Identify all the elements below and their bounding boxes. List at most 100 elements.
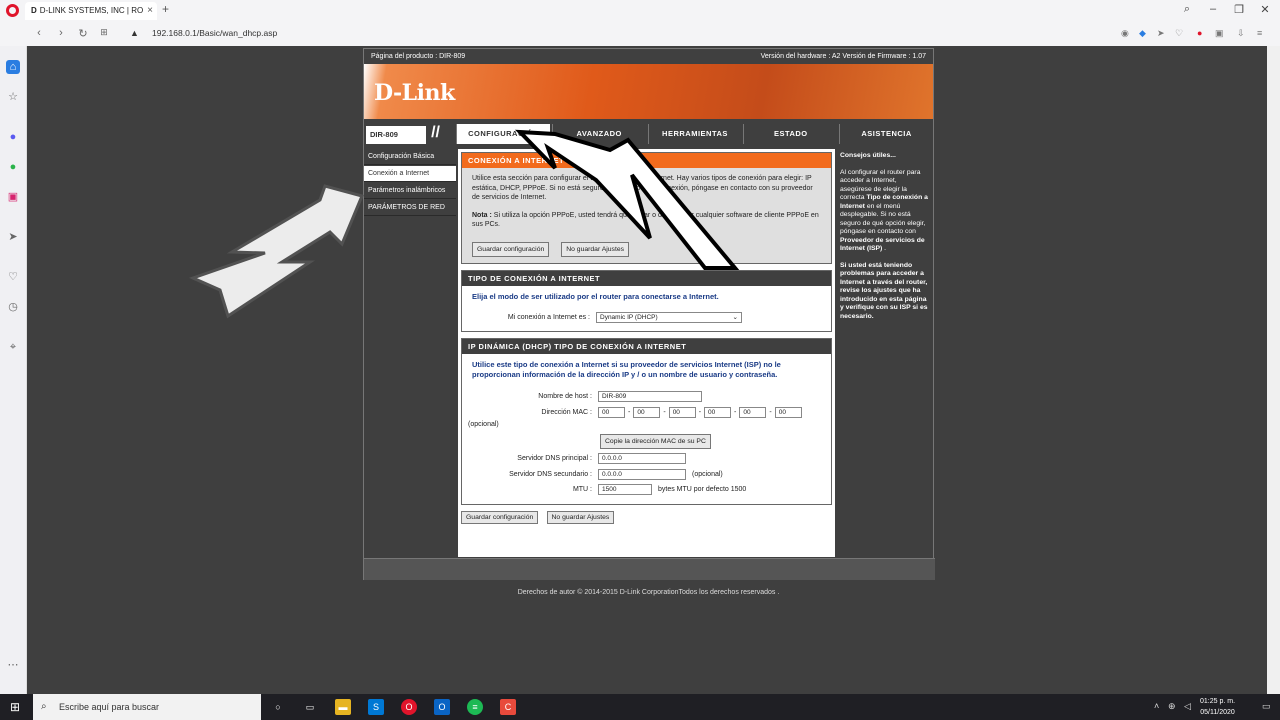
home-icon[interactable]: ⌂ — [6, 60, 20, 74]
clock-date: 05/11/2020 — [1200, 709, 1235, 716]
nosave-button-top[interactable]: No guardar Ajustes — [561, 241, 630, 257]
opera-taskbar-icon[interactable]: O — [401, 699, 417, 715]
clock[interactable]: 01:25 p. m. 05/11/2020 — [1200, 696, 1235, 718]
nav-conexion-internet[interactable]: Conexión a Internet — [364, 166, 456, 182]
main-content: CONEXIÓN A INTERNET Utilice esta sección… — [458, 149, 835, 557]
mac-input-6[interactable]: 00 — [774, 406, 802, 418]
tray-chevron-icon[interactable]: ˄ — [1154, 701, 1159, 711]
minimize-icon[interactable]: – — [1203, 3, 1223, 15]
nav-config-basica[interactable]: Configuración Básica — [364, 149, 456, 165]
clock-time: 01:25 p. m. — [1200, 698, 1236, 705]
mtu-input[interactable]: 1500 — [598, 484, 652, 496]
send-icon[interactable]: ➤ — [1157, 28, 1165, 39]
save-button-bottom[interactable]: Guardar configuración — [461, 510, 539, 524]
mac-input-3[interactable]: 00 — [668, 406, 696, 418]
clone-mac-button[interactable]: Copie la dirección MAC de su PC — [600, 433, 711, 449]
messenger-icon[interactable]: ● — [6, 130, 20, 144]
history-icon[interactable]: ◷ — [6, 300, 20, 314]
host-input[interactable]: DIR-809 — [598, 391, 702, 403]
speed-dial-icon[interactable]: ⊞ — [97, 27, 111, 38]
save-button-top[interactable]: Guardar configuración — [472, 241, 550, 257]
scrollbar[interactable] — [1267, 46, 1280, 694]
type-box-body: Elija el modo de ser utilizado por el ro… — [462, 286, 831, 331]
browser-chrome: D D-LINK SYSTEMS, INC | RO × + ⌕ – ❐ ✕ ‹ … — [0, 0, 1280, 46]
volume-icon[interactable]: ◁ — [1184, 701, 1191, 712]
router-footer-bar — [364, 558, 935, 580]
tab-title: D-LINK SYSTEMS, INC | RO — [39, 6, 144, 15]
mac-input-2[interactable]: 00 — [633, 406, 661, 418]
camera-icon[interactable]: ◉ — [1121, 28, 1129, 39]
spotify-icon[interactable]: ≡ — [467, 699, 483, 715]
taskbar-search[interactable]: ⌕ Escribe aquí para buscar — [33, 694, 261, 720]
tab-configuracion[interactable]: CONFIGURACIÓN — [456, 124, 550, 144]
download-icon[interactable]: ⇩ — [1237, 28, 1245, 39]
reload-icon[interactable]: ↻ — [76, 27, 90, 40]
instagram-icon[interactable]: ▣ — [6, 190, 20, 204]
send-sidebar-icon[interactable]: ➤ — [6, 230, 20, 244]
forward-icon[interactable]: › — [54, 27, 68, 39]
mac-input-1[interactable]: 00 — [598, 406, 625, 418]
search-tabs-icon[interactable]: ⌕ — [1177, 3, 1197, 16]
more-icon[interactable]: ⋯ — [6, 658, 20, 672]
adblock-icon[interactable]: ● — [1197, 28, 1202, 38]
tips-text-e: . — [882, 245, 887, 252]
url-field[interactable]: 192.168.0.1/Basic/wan_dhcp.asp — [152, 28, 277, 38]
tab-close-icon[interactable]: × — [147, 2, 153, 20]
network-icon[interactable]: ⊕ — [1168, 701, 1176, 712]
new-tab-icon[interactable]: + — [162, 2, 169, 16]
tab-avanzado[interactable]: AVANZADO — [551, 124, 646, 144]
conn-intro: Utilice esta sección para configurar el … — [472, 175, 813, 201]
nav-parametros-red[interactable]: PARÁMETROS DE RED — [364, 200, 456, 216]
windows-start-icon[interactable]: ⊞ — [10, 700, 20, 714]
dhcp-box-title: IP DINÁMICA (DHCP) TIPO DE CONEXIÓN A IN… — [462, 339, 831, 354]
nosave-button-bottom[interactable]: No guardar Ajustes — [546, 510, 615, 524]
conn-buttons: Guardar configuración No guardar Ajustes — [472, 241, 821, 257]
close-window-icon[interactable]: ✕ — [1255, 3, 1275, 16]
location-icon[interactable]: ⌖ — [6, 340, 20, 354]
notifications-icon[interactable]: ▭ — [1262, 701, 1271, 712]
not-secure-icon[interactable]: ▲ — [130, 28, 139, 38]
whatsapp-icon[interactable]: ● — [6, 160, 20, 174]
note-label: Nota : — [472, 211, 492, 219]
outlook-icon[interactable]: O — [434, 699, 450, 715]
conn-box: CONEXIÓN A INTERNET Utilice esta sección… — [461, 152, 832, 264]
browser-sidebar: ⌂ ☆ ● ● ▣ ➤ ♡ ◷ ⌖ ⋯ — [0, 46, 27, 694]
cortana-icon[interactable]: ○ — [270, 699, 286, 715]
connection-type-select[interactable]: Dynamic IP (DHCP) ⌄ — [596, 311, 742, 323]
mac-optional: (opcional) — [468, 421, 499, 428]
mac-input-5[interactable]: 00 — [739, 406, 767, 418]
heart-sidebar-icon[interactable]: ♡ — [6, 270, 20, 284]
tab-estado[interactable]: ESTADO — [743, 124, 838, 144]
address-bar: ‹ › ↻ ⊞ ▲ 192.168.0.1/Basic/wan_dhcp.asp… — [0, 22, 1280, 46]
task-view-icon[interactable]: ▭ — [302, 699, 318, 715]
shield-icon[interactable]: ◆ — [1139, 28, 1146, 39]
dlink-banner: D-Link — [364, 64, 933, 124]
chevron-down-icon: ⌄ — [732, 313, 738, 321]
skype-icon[interactable]: S — [368, 699, 384, 715]
mtu-row: MTU : 1500 bytes MTU por defecto 1500 — [472, 482, 821, 498]
star-icon[interactable]: ☆ — [6, 90, 20, 104]
menu-icon[interactable]: ≡ — [1257, 28, 1262, 38]
file-explorer-icon[interactable]: ▬ — [335, 699, 351, 715]
mtu-label: MTU : — [572, 486, 592, 493]
back-icon[interactable]: ‹ — [32, 27, 46, 39]
dns1-input[interactable]: 0.0.0.0 — [598, 453, 686, 465]
dns2-input[interactable]: 0.0.0.0 — [598, 468, 686, 480]
conn-box-title: CONEXIÓN A INTERNET — [462, 153, 831, 168]
tab-asistencia[interactable]: ASISTENCIA — [839, 124, 933, 144]
nav-parametros-inalambricos[interactable]: Parámetros inalámbricos — [364, 183, 456, 199]
main-tabs: DIR-809 // CONFIGURACIÓN AVANZADO HERRAMI… — [364, 124, 933, 146]
type-box: TIPO DE CONEXIÓN A INTERNET Elija el mod… — [461, 270, 832, 332]
tab-herramientas[interactable]: HERRAMIENTAS — [647, 124, 742, 144]
maximize-icon[interactable]: ❐ — [1229, 3, 1249, 16]
help-tips: Consejos útiles... Al configurar el rout… — [837, 149, 933, 557]
browser-tab[interactable]: D D-LINK SYSTEMS, INC | RO × — [25, 2, 157, 20]
extensions-icon[interactable]: ▣ — [1215, 28, 1224, 39]
mac-input-4[interactable]: 00 — [704, 406, 732, 418]
app-icon[interactable]: C — [500, 699, 516, 715]
conn-box-body: Utilice esta sección para configurar el … — [462, 168, 831, 263]
opera-logo-icon[interactable] — [6, 4, 19, 17]
heart-icon[interactable]: ♡ — [1175, 28, 1183, 39]
dhcp-box-body: Utilice este tipo de conexión a Internet… — [462, 354, 831, 504]
windows-taskbar: ⊞ ⌕ Escribe aquí para buscar ○ ▭ ▬ S O O … — [0, 694, 1280, 720]
